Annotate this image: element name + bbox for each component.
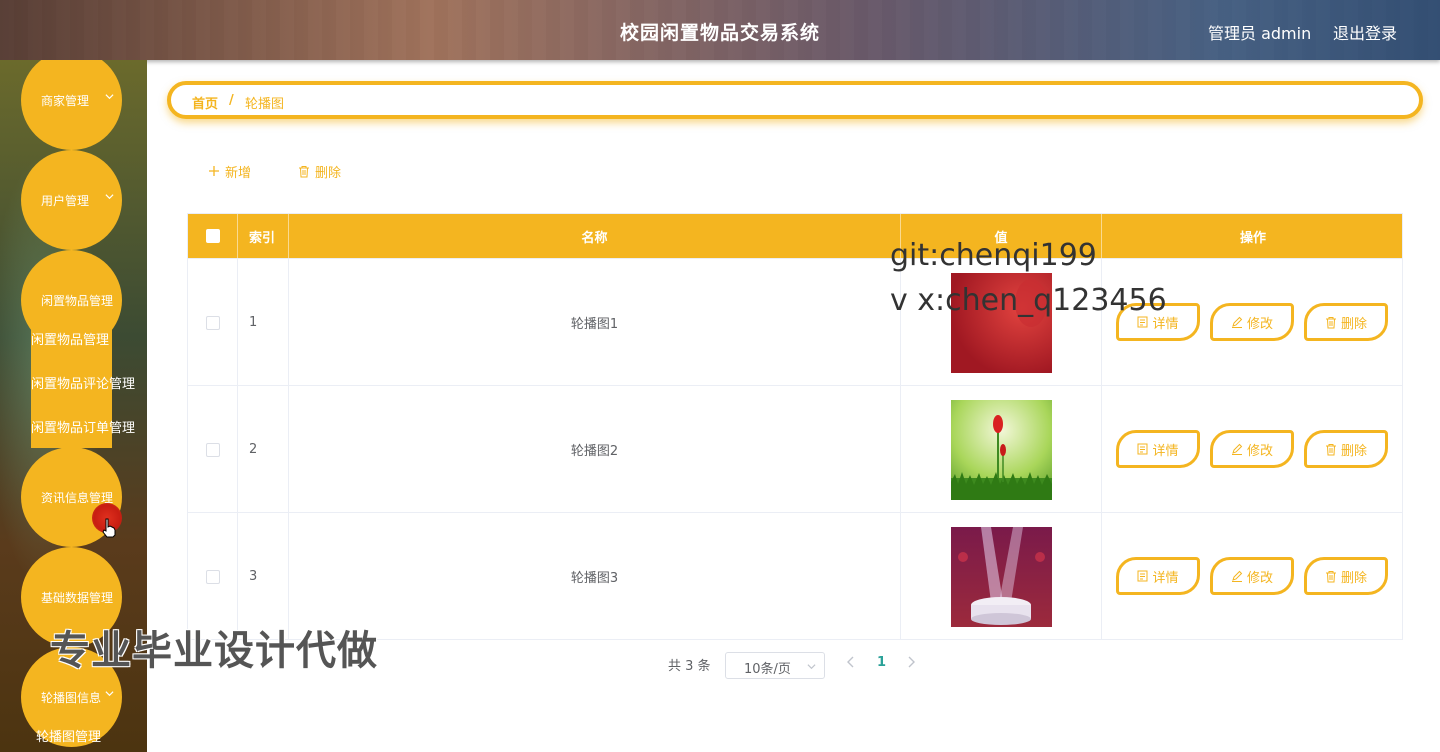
add-button-label: 新增 bbox=[225, 165, 252, 181]
breadcrumb-current: 轮播图 bbox=[245, 97, 285, 112]
delete-button[interactable]: 删除 bbox=[1304, 557, 1388, 595]
row-checkbox[interactable] bbox=[205, 315, 220, 330]
row-checkbox-cell bbox=[188, 259, 238, 386]
batch-delete-button[interactable]: 删除 bbox=[298, 160, 341, 182]
pencil-icon bbox=[1231, 316, 1243, 328]
row-checkbox-cell bbox=[188, 386, 238, 513]
top-header: 校园闲置物品交易系统 管理员 admin 退出登录 bbox=[0, 0, 1440, 60]
edit-button[interactable]: 修改 bbox=[1210, 430, 1294, 468]
menu-merchant[interactable]: 商家管理 bbox=[21, 60, 122, 150]
submenu-goods-order[interactable]: 闲置物品订单管理 bbox=[31, 417, 135, 436]
hand-cursor-icon bbox=[102, 518, 116, 538]
document-icon bbox=[1137, 443, 1148, 455]
plus-icon bbox=[209, 166, 219, 176]
document-icon bbox=[1137, 570, 1148, 582]
table-row: 2 轮播图2 详情 修改 删除 bbox=[188, 385, 1404, 513]
row-value-cell bbox=[901, 513, 1102, 640]
table-header: 索引 名称 值 操作 bbox=[188, 214, 1402, 258]
watermark-git: git:chenqi199 bbox=[890, 238, 1097, 273]
submenu-goods-manage[interactable]: 闲置物品管理 bbox=[31, 329, 109, 348]
logout-button[interactable]: 退出登录 bbox=[1333, 20, 1397, 44]
row-name: 轮播图1 bbox=[289, 259, 901, 386]
watermark-ad: 专业毕业设计代做 bbox=[50, 628, 378, 674]
breadcrumb-home[interactable]: 首页 bbox=[192, 93, 218, 112]
carousel-thumbnail bbox=[950, 526, 1052, 627]
trash-icon bbox=[1325, 443, 1336, 455]
chevron-down-icon bbox=[807, 664, 816, 670]
pencil-icon bbox=[1231, 570, 1243, 582]
menu-users-label: 用户管理 bbox=[41, 193, 90, 208]
detail-button[interactable]: 详情 bbox=[1116, 430, 1200, 468]
row-actions-cell: 详情 修改 删除 bbox=[1102, 513, 1404, 640]
table-row: 1 轮播图1 详情 修改 删除 bbox=[188, 258, 1404, 386]
edit-button[interactable]: 修改 bbox=[1210, 557, 1294, 595]
chevron-down-icon bbox=[105, 94, 114, 100]
edit-button[interactable]: 修改 bbox=[1210, 303, 1294, 341]
detail-button[interactable]: 详情 bbox=[1116, 557, 1200, 595]
edit-button-label: 修改 bbox=[1246, 316, 1273, 332]
trash-icon bbox=[1325, 570, 1336, 582]
menu-basic-data-label: 基础数据管理 bbox=[41, 590, 114, 605]
delete-button[interactable]: 删除 bbox=[1304, 303, 1388, 341]
header-checkbox-cell bbox=[188, 214, 238, 258]
add-button[interactable]: 新增 bbox=[208, 160, 251, 182]
trash-icon bbox=[299, 165, 309, 177]
watermark-wechat: v x:chen_q123456 bbox=[890, 283, 1167, 318]
breadcrumb: 首页 / 轮播图 bbox=[167, 81, 1423, 119]
row-name: 轮播图2 bbox=[289, 386, 901, 513]
chevron-down-icon bbox=[105, 194, 114, 200]
edit-button-label: 修改 bbox=[1246, 570, 1273, 586]
delete-button-label: 删除 bbox=[1340, 316, 1367, 332]
header-name: 名称 bbox=[289, 214, 901, 258]
trash-icon bbox=[1325, 316, 1336, 328]
carousel-table: 索引 名称 值 操作 1 轮播图1 详情 修改 删除 2 轮播图2 详情 修改 … bbox=[187, 213, 1403, 640]
delete-button[interactable]: 删除 bbox=[1304, 430, 1388, 468]
row-actions-cell: 详情 修改 删除 bbox=[1102, 386, 1404, 513]
header-actions: 操作 bbox=[1239, 230, 1266, 246]
pencil-icon bbox=[1231, 443, 1243, 455]
detail-button-label: 详情 bbox=[1152, 570, 1179, 586]
row-name: 轮播图3 bbox=[289, 513, 901, 640]
detail-button-label: 详情 bbox=[1152, 443, 1179, 459]
submenu-carousel-manage[interactable]: 轮播图管理 bbox=[36, 726, 101, 745]
current-user: 管理员 admin bbox=[1208, 24, 1312, 43]
menu-merchant-label: 商家管理 bbox=[41, 93, 90, 108]
row-value-cell bbox=[901, 259, 1102, 386]
select-all-checkbox[interactable] bbox=[205, 229, 220, 243]
page-size-select[interactable]: 10条/页 bbox=[725, 652, 825, 679]
delete-button-label: 删除 bbox=[1340, 443, 1367, 459]
submenu-goods-comment[interactable]: 闲置物品评论管理 bbox=[31, 373, 135, 392]
page-size-value: 10条/页 bbox=[744, 662, 791, 677]
delete-button-label: 删除 bbox=[1340, 570, 1367, 586]
prev-page-icon[interactable] bbox=[846, 656, 856, 668]
row-actions-cell: 详情 修改 删除 bbox=[1102, 259, 1404, 386]
menu-carousel-label: 轮播图信息 bbox=[41, 690, 102, 705]
edit-button-label: 修改 bbox=[1246, 443, 1273, 459]
menu-goods-label: 闲置物品管理 bbox=[41, 293, 114, 308]
header-index: 索引 bbox=[238, 214, 289, 258]
chevron-down-icon bbox=[105, 691, 114, 697]
menu-users[interactable]: 用户管理 bbox=[21, 150, 122, 250]
row-index: 1 bbox=[238, 259, 289, 386]
row-value-cell bbox=[901, 386, 1102, 513]
breadcrumb-separator: / bbox=[229, 93, 234, 108]
next-page-icon[interactable] bbox=[906, 656, 916, 668]
batch-delete-label: 删除 bbox=[315, 165, 342, 181]
pagination-total: 共 3 条 bbox=[668, 659, 711, 674]
carousel-thumbnail bbox=[950, 399, 1052, 500]
row-index: 2 bbox=[238, 386, 289, 513]
row-checkbox[interactable] bbox=[205, 442, 220, 457]
page-number-current[interactable]: 1 bbox=[877, 655, 886, 670]
row-checkbox[interactable] bbox=[205, 569, 220, 584]
